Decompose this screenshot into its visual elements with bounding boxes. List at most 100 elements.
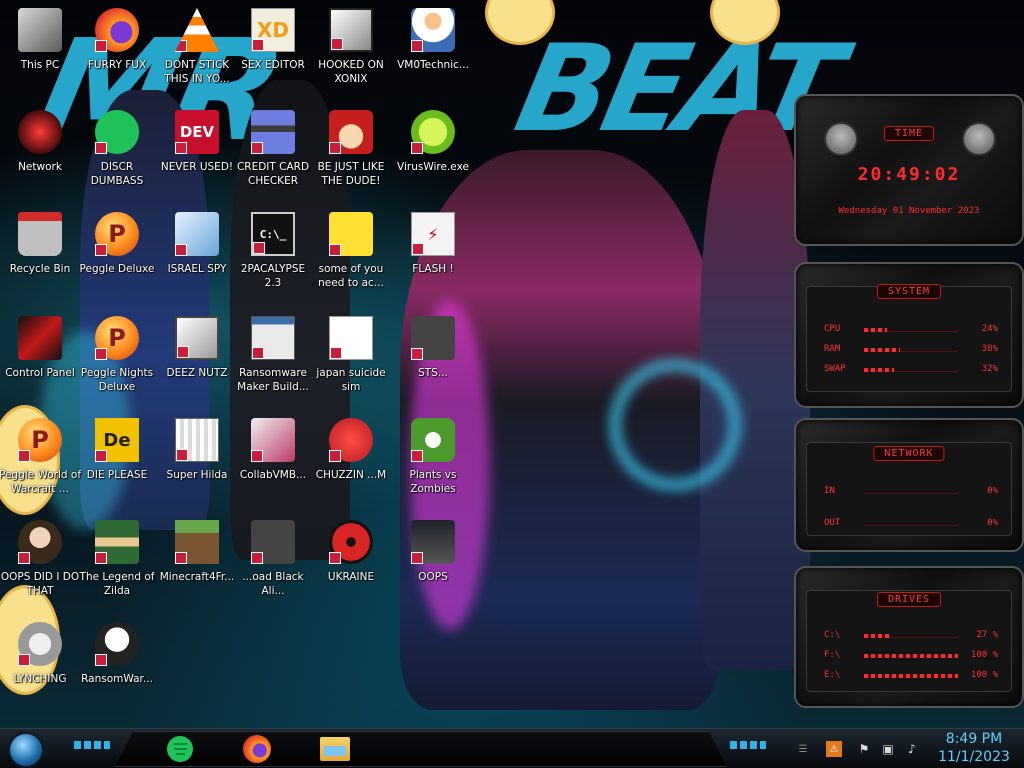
desktop-icon[interactable]: Ransomware Maker Build... bbox=[232, 316, 314, 394]
shortcut-badge-icon bbox=[412, 243, 424, 255]
network-gadget[interactable]: NETWORK IN 0% OUT 0% bbox=[794, 418, 1024, 552]
desktop-icon[interactable]: This PC bbox=[0, 8, 81, 72]
shortcut-badge-icon bbox=[329, 552, 341, 564]
desktop-icon-label: LYNCHING bbox=[13, 673, 67, 685]
system-gadget[interactable]: SYSTEM CPU 24% RAM 38% SWAP 32% bbox=[794, 262, 1024, 408]
desktop-icon[interactable]: LYNCHING bbox=[0, 622, 81, 686]
desktop-icon[interactable]: C:\_ 2PACALYPSE 2.3 bbox=[232, 212, 314, 290]
shortcut-badge-icon bbox=[95, 40, 107, 52]
desktop-icon[interactable]: OOPS DID I DO THAT bbox=[0, 520, 81, 598]
meter-bar bbox=[864, 348, 958, 352]
desktop-icon[interactable]: CHUZZIN ...M bbox=[310, 418, 392, 482]
meter-value: 0% bbox=[987, 518, 998, 528]
shortcut-badge-icon bbox=[329, 244, 341, 256]
meter-value: 100 % bbox=[970, 670, 998, 680]
desktop-icon[interactable]: DONT STICK THIS IN YO... bbox=[156, 8, 238, 86]
gear-flag-icon bbox=[18, 622, 62, 666]
shortcut-badge-icon bbox=[411, 348, 423, 360]
desktop-icon[interactable]: VirusWire.exe bbox=[392, 110, 474, 174]
shortcut-badge-icon bbox=[95, 654, 107, 666]
minecraft-icon bbox=[175, 520, 219, 564]
network-tray-icon[interactable]: ▣ bbox=[880, 741, 896, 757]
desktop-icon[interactable]: Recycle Bin bbox=[0, 212, 81, 276]
desktop-icon-label: VirusWire.exe bbox=[397, 161, 469, 173]
desktop-icon-label: SEX EDITOR bbox=[241, 59, 305, 71]
desktop-icon[interactable]: P Peggle World of Warcraft ... bbox=[0, 418, 81, 496]
desktop-icon[interactable]: Minecraft4Fr... bbox=[156, 520, 238, 584]
desktop-icon[interactable]: P Peggle Deluxe bbox=[76, 212, 158, 276]
desktop-icon[interactable]: VM0Technic... bbox=[392, 8, 474, 72]
flag-icon[interactable]: ⚑ bbox=[856, 741, 872, 757]
desktop-icon[interactable]: UKRAINE bbox=[310, 520, 392, 584]
desktop-icon-label: Peggle World of Warcraft ... bbox=[0, 469, 82, 495]
xd-editor-icon: XD bbox=[251, 8, 295, 52]
desktop-icon[interactable]: RansomWar... bbox=[76, 622, 158, 686]
shortcut-badge-icon bbox=[330, 347, 342, 359]
desktop-icon[interactable]: Network bbox=[0, 110, 81, 174]
desktop-icon[interactable]: CollabVMB... bbox=[232, 418, 314, 482]
app-icon bbox=[251, 520, 295, 564]
start-button[interactable] bbox=[8, 732, 44, 768]
shortcut-badge-icon bbox=[95, 552, 107, 564]
network-icon bbox=[18, 110, 62, 154]
firefox-icon[interactable] bbox=[240, 733, 274, 765]
technician-icon bbox=[411, 8, 455, 52]
desktop-icon-label: VM0Technic... bbox=[397, 59, 469, 71]
time-gadget-date: Wednesday 01 November 2023 bbox=[838, 206, 980, 216]
drives-gadget-caption: DRIVES bbox=[876, 592, 942, 607]
desktop-icon[interactable]: Control Panel bbox=[0, 316, 81, 380]
meter-bar bbox=[864, 674, 958, 678]
shortcut-badge-icon bbox=[251, 142, 263, 154]
shortcut-badge-icon bbox=[252, 347, 264, 359]
meter-label: OUT bbox=[824, 518, 841, 528]
desktop-icon[interactable]: DEEZ NUTZ bbox=[156, 316, 238, 380]
collabvm-icon bbox=[251, 418, 295, 462]
desktop-icon-label: STS... bbox=[418, 367, 448, 379]
desktop-icon-label: DONT STICK THIS IN YO... bbox=[164, 59, 230, 85]
shortcut-badge-icon bbox=[95, 142, 107, 154]
gadget-meter-row: C:\ 27 % bbox=[824, 630, 998, 642]
green-app-icon[interactable] bbox=[163, 733, 197, 765]
desktop-icon[interactable]: BE JUST LIKE THE DUDE! bbox=[310, 110, 392, 188]
desktop-icon[interactable]: ⚡ FLASH ! bbox=[392, 212, 474, 276]
desktop-icon-label: Control Panel bbox=[5, 367, 75, 379]
desktop-icon[interactable]: Super Hilda bbox=[156, 418, 238, 482]
shortcut-badge-icon bbox=[331, 38, 343, 50]
meter-fill bbox=[864, 674, 958, 678]
desktop-icon-label: Minecraft4Fr... bbox=[159, 571, 235, 583]
desktop-icon[interactable]: some of you need to ac... bbox=[310, 212, 392, 290]
desktop-icon[interactable]: FURRY FUX bbox=[76, 8, 158, 72]
taskbar-clock[interactable]: 8:49 PM 11/1/2023 bbox=[934, 730, 1014, 766]
desktop-icon[interactable]: The Legend of Zilda bbox=[76, 520, 158, 598]
desktop-icon[interactable]: HOOKED ON XONIX bbox=[310, 8, 392, 86]
time-gadget[interactable]: TIME 20:49:02 Wednesday 01 November 2023 bbox=[794, 94, 1024, 246]
desktop-icon[interactable]: DISCR DUMBASS bbox=[76, 110, 158, 188]
desktop-icon-label: Plants vs Zombies bbox=[409, 469, 457, 495]
desktop-icon-label: FLASH ! bbox=[412, 263, 454, 275]
flash-icon: ⚡ bbox=[411, 212, 455, 256]
shortcut-badge-icon bbox=[411, 552, 423, 564]
desktop-icon[interactable]: Plants vs Zombies bbox=[392, 418, 474, 496]
zelda-icon bbox=[95, 520, 139, 564]
desktop-icon-label: Ransomware Maker Build... bbox=[237, 367, 309, 393]
desktop-icon[interactable]: CREDIT CARD CHECKER bbox=[232, 110, 314, 188]
desktop-icon[interactable]: ...oad Black Ali... bbox=[232, 520, 314, 598]
meter-bar bbox=[864, 634, 958, 638]
desktop-icon[interactable]: OOPS bbox=[392, 520, 474, 584]
taskbar-date: 11/1/2023 bbox=[938, 749, 1010, 765]
meter-value: 24% bbox=[981, 324, 998, 334]
desktop-icon[interactable]: DEV NEVER USED! bbox=[156, 110, 238, 174]
gadget-meter-row: OUT 0% bbox=[824, 518, 998, 530]
desktop-icon[interactable]: ISRAEL SPY bbox=[156, 212, 238, 276]
desktop-icon[interactable]: japan suicide sim bbox=[310, 316, 392, 394]
desktop-icon[interactable]: P Peggle Nights Deluxe bbox=[76, 316, 158, 394]
santa-icon bbox=[329, 110, 373, 154]
drives-gadget[interactable]: DRIVES C:\ 27 % F:\ 100 % E:\ 100 % bbox=[794, 566, 1024, 708]
desktop-icon[interactable]: De DIE PLEASE bbox=[76, 418, 158, 482]
desktop-icon[interactable]: XD SEX EDITOR bbox=[232, 8, 314, 72]
volume-icon[interactable]: ♪ bbox=[904, 741, 920, 757]
file-explorer-icon[interactable] bbox=[318, 733, 352, 765]
shield-icon[interactable]: ⚠ bbox=[826, 741, 842, 757]
desktop-icon[interactable]: STS... bbox=[392, 316, 474, 380]
desktop-icon-label: This PC bbox=[20, 59, 60, 71]
